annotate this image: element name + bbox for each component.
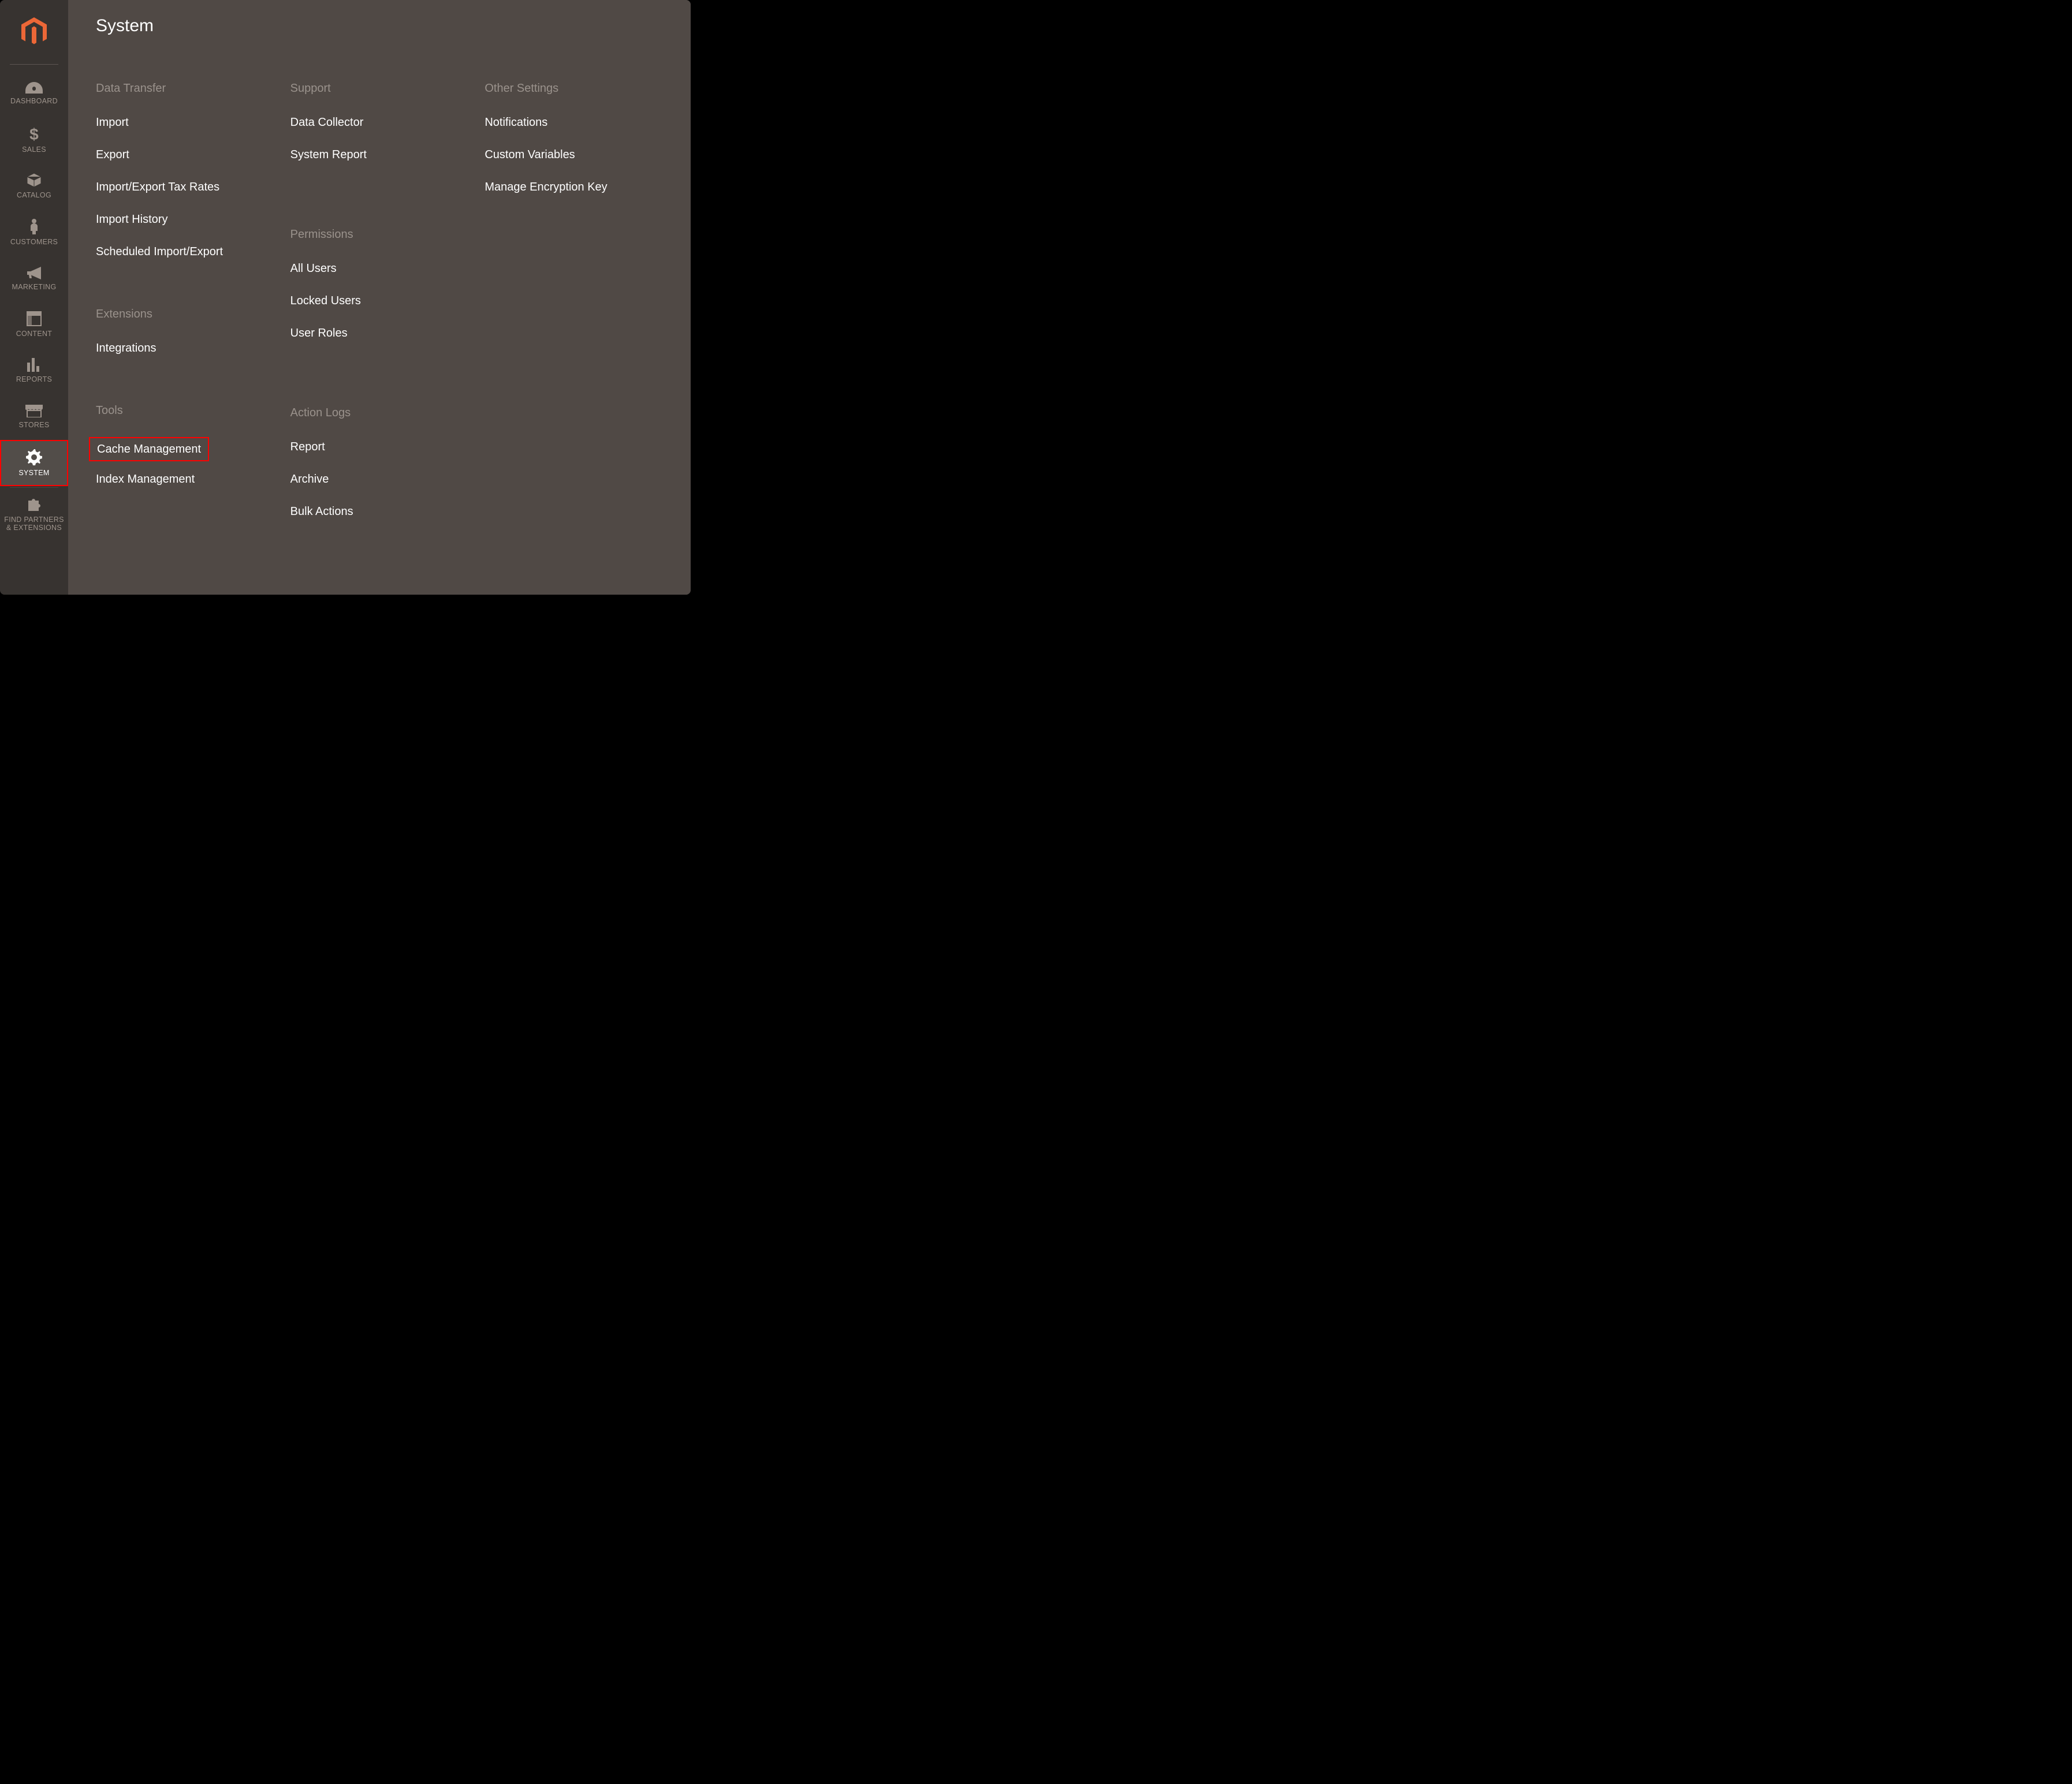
sidebar-item-label: CATALOG <box>14 191 54 199</box>
menu-link-all-users[interactable]: All Users <box>290 261 474 276</box>
flyout-title: System <box>96 16 668 36</box>
divider <box>10 487 58 488</box>
sidebar-item-marketing[interactable]: MARKETING <box>0 255 68 301</box>
sidebar-item-find-partners[interactable]: FIND PARTNERS & EXTENSIONS <box>0 489 68 540</box>
group-support: Support Data Collector System Report <box>290 82 474 180</box>
sidebar-item-sales[interactable]: $ SALES <box>0 117 68 163</box>
sidebar-item-label: FIND PARTNERS & EXTENSIONS <box>0 516 68 532</box>
menu-link-integrations[interactable]: Integrations <box>96 341 279 356</box>
megaphone-icon <box>26 266 42 279</box>
menu-link-notifications[interactable]: Notifications <box>485 115 668 130</box>
group-other-settings: Other Settings Notifications Custom Vari… <box>485 82 668 212</box>
bars-icon <box>27 358 42 372</box>
group-action-logs: Action Logs Report Archive Bulk Actions <box>290 406 474 536</box>
group-title: Permissions <box>290 228 474 241</box>
flyout-column: Other Settings Notifications Custom Vari… <box>485 82 668 568</box>
gear-icon <box>26 449 42 465</box>
group-title: Action Logs <box>290 406 474 420</box>
menu-link-cache-management[interactable]: Cache Management <box>89 437 209 461</box>
sidebar-item-label: STORES <box>17 421 52 429</box>
sidebar-item-reports[interactable]: REPORTS <box>0 348 68 394</box>
group-title: Data Transfer <box>96 82 279 95</box>
menu-link-import-export-tax-rates[interactable]: Import/Export Tax Rates <box>96 180 279 195</box>
group-tools: Tools Cache Management Index Management <box>96 404 279 504</box>
menu-link-report[interactable]: Report <box>290 439 474 454</box>
menu-link-locked-users[interactable]: Locked Users <box>290 293 474 308</box>
divider <box>10 64 58 65</box>
flyout-columns: Data Transfer Import Export Import/Expor… <box>96 82 668 568</box>
sidebar-item-dashboard[interactable]: DASHBOARD <box>0 70 68 117</box>
sidebar-item-label: SALES <box>20 145 49 154</box>
sidebar-item-system[interactable]: SYSTEM <box>0 440 68 486</box>
group-extensions: Extensions Integrations <box>96 308 279 373</box>
magento-logo-icon <box>21 17 47 46</box>
menu-link-export[interactable]: Export <box>96 147 279 162</box>
sidebar-item-content[interactable]: CONTENT <box>0 301 68 348</box>
sidebar: DASHBOARD $ SALES CATALOG CUSTOMERS MARK… <box>0 0 68 595</box>
flyout-column: Data Transfer Import Export Import/Expor… <box>96 82 279 568</box>
layout-icon <box>27 311 42 326</box>
sidebar-item-label: SYSTEM <box>16 469 51 477</box>
box-icon <box>27 173 42 188</box>
group-data-transfer: Data Transfer Import Export Import/Expor… <box>96 82 279 277</box>
system-flyout-panel: System Data Transfer Import Export Impor… <box>68 0 691 595</box>
flyout-column: Support Data Collector System Report Per… <box>290 82 474 568</box>
group-permissions: Permissions All Users Locked Users User … <box>290 228 474 358</box>
sidebar-item-label: DASHBOARD <box>8 97 60 105</box>
group-title: Extensions <box>96 308 279 321</box>
group-title: Tools <box>96 404 279 417</box>
dashboard-icon <box>25 82 43 94</box>
menu-link-archive[interactable]: Archive <box>290 472 474 487</box>
app-window: DASHBOARD $ SALES CATALOG CUSTOMERS MARK… <box>0 0 691 595</box>
menu-link-scheduled-import-export[interactable]: Scheduled Import/Export <box>96 244 279 259</box>
puzzle-icon <box>26 497 42 512</box>
group-title: Support <box>290 82 474 95</box>
menu-link-custom-variables[interactable]: Custom Variables <box>485 147 668 162</box>
sidebar-item-label: CONTENT <box>14 330 55 338</box>
menu-link-manage-encryption-key[interactable]: Manage Encryption Key <box>485 180 668 195</box>
menu-link-index-management[interactable]: Index Management <box>96 472 279 487</box>
dollar-icon: $ <box>29 126 39 142</box>
svg-text:$: $ <box>29 126 39 142</box>
sidebar-item-label: REPORTS <box>14 375 54 383</box>
group-title: Other Settings <box>485 82 668 95</box>
sidebar-item-label: MARKETING <box>9 283 58 291</box>
sidebar-item-stores[interactable]: STORES <box>0 394 68 440</box>
storefront-icon <box>25 405 43 417</box>
sidebar-item-customers[interactable]: CUSTOMERS <box>0 209 68 255</box>
sidebar-item-label: CUSTOMERS <box>8 238 60 246</box>
brand-logo[interactable] <box>21 17 47 61</box>
menu-link-user-roles[interactable]: User Roles <box>290 326 474 341</box>
person-icon <box>29 218 39 234</box>
menu-link-import[interactable]: Import <box>96 115 279 130</box>
menu-link-system-report[interactable]: System Report <box>290 147 474 162</box>
sidebar-item-catalog[interactable]: CATALOG <box>0 163 68 209</box>
menu-link-bulk-actions[interactable]: Bulk Actions <box>290 504 474 519</box>
menu-link-data-collector[interactable]: Data Collector <box>290 115 474 130</box>
menu-link-import-history[interactable]: Import History <box>96 212 279 227</box>
